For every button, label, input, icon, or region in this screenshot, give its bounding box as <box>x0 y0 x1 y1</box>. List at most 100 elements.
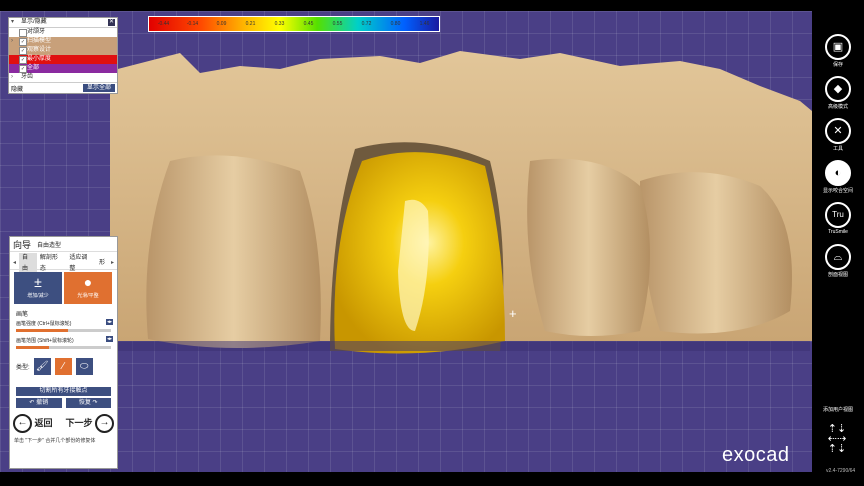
cut-contacts-button[interactable]: 切割所有牙接触点 <box>16 387 111 396</box>
layer-item[interactable]: ✓ 最小厚度 <box>9 55 117 64</box>
tab-shape[interactable]: 形 <box>96 258 108 269</box>
wizard-title: 向导 <box>13 239 32 250</box>
scale-label: -0.14 <box>186 21 199 27</box>
redo-label: 恢复 <box>78 400 91 406</box>
stepper-icon[interactable]: ◂▸ <box>105 319 113 325</box>
arrow-down-icon[interactable]: ⇡⇣ <box>822 444 852 455</box>
layer-group-label: 牙齿 <box>21 74 34 80</box>
wizard-panel: 向导 自由造型 ◂ 自由 解剖形态 适应调整 形 ▸ ± 增加/减少 ● 光滑/… <box>9 236 118 469</box>
scale-label: 0.33 <box>274 21 285 27</box>
tool-label: 增加/减少 <box>27 293 49 299</box>
visibility-footer: 隐藏 显示全部 <box>9 82 117 93</box>
checkbox[interactable]: ✓ <box>19 38 27 46</box>
sidebar-label: 高级模式 <box>827 104 848 110</box>
sidebar-label: 保存 <box>832 62 843 68</box>
tab-left-icon[interactable]: ◂ <box>10 258 19 269</box>
slider-fill <box>16 346 50 349</box>
next-label: 下一步 <box>65 417 93 428</box>
brand-logo: exocad <box>722 444 790 466</box>
brush-range-row: 画笔范围 (Shift+鼠标滚轮) ◂▸ <box>10 336 117 345</box>
tooth-left-1 <box>146 155 321 349</box>
undo-label: 撤销 <box>36 400 49 406</box>
wizard-nav: ← 返回 下一步 → <box>10 408 117 433</box>
show-all-button[interactable]: 显示全部 <box>82 84 115 92</box>
checkbox[interactable] <box>19 29 27 37</box>
tab-right-icon[interactable]: ▸ <box>108 258 117 269</box>
version-label: v2.4-7290/64 <box>826 468 856 474</box>
brush-range-slider[interactable] <box>16 346 111 349</box>
close-panel-icon[interactable]: ✕ <box>108 19 115 26</box>
scale-label: 0.80 <box>390 21 401 27</box>
trusmile-button[interactable]: Tru TruSmile <box>812 202 864 235</box>
next-button[interactable]: 下一步 → <box>65 414 114 433</box>
distance-color-scale: -0.44 -0.14 0.09 0.21 0.33 0.45 0.55 0.7… <box>148 16 440 32</box>
wizard-subtitle: 自由造型 <box>37 242 62 249</box>
layer-label: 观察设计 <box>27 47 52 53</box>
scale-label: -0.44 <box>157 21 170 27</box>
graduation-cap-icon: ◆ <box>825 76 851 102</box>
scale-label: 0.21 <box>245 21 256 27</box>
view-direction-arrows[interactable]: ⇡⇣ ⇠⇢ ⇡⇣ <box>822 424 852 455</box>
tools-button[interactable]: ✕ 工具 <box>812 118 864 152</box>
scale-label: 0.55 <box>332 21 343 27</box>
brush-strength-slider[interactable] <box>16 329 111 332</box>
back-button[interactable]: ← 返回 <box>13 414 53 433</box>
undo-redo-row: ↶ 撤销 恢复 ↷ <box>16 398 111 408</box>
layer-item[interactable]: › ✓ 扫描模型 <box>9 37 117 46</box>
layer-group[interactable]: › 牙齿 <box>9 73 117 82</box>
wizard-hint: 单击 "下一步" 合并几个部份的修复体 <box>14 438 96 444</box>
expand-icon[interactable]: › <box>11 73 13 82</box>
visibility-header[interactable]: ▾ 显示/隐藏 ✕ <box>9 18 117 28</box>
section-view-icon: ⌓ <box>825 244 851 270</box>
3d-viewport[interactable] <box>0 11 812 472</box>
type-label: 类型: <box>16 365 30 371</box>
wizard-header: 向导 自由造型 <box>10 237 117 252</box>
save-button[interactable]: ▣ 保存 <box>812 34 864 68</box>
layer-item[interactable]: ✓ 观察设计 <box>9 46 117 55</box>
layer-label: 对颌牙 <box>27 29 46 35</box>
save-icon: ▣ <box>825 34 851 60</box>
slider-fill <box>16 329 69 332</box>
arrow-left-icon: ← <box>13 414 32 433</box>
occlusion-button[interactable]: ◐ 显示咬合空间 <box>812 160 864 194</box>
drop-icon: ● <box>83 274 93 290</box>
right-sidebar: ▣ 保存 ◆ 高级模式 ✕ 工具 ◐ 显示咬合空间 Tru TruSmile ⌓… <box>812 0 864 486</box>
smooth-tool[interactable]: ● 光滑/平整 <box>64 272 112 304</box>
sidebar-label: TruSmile <box>828 229 848 235</box>
brush-icon[interactable]: 🖌 <box>33 358 51 375</box>
occlusion-icon: ◐ <box>825 160 851 186</box>
stepper-icon[interactable]: ◂▸ <box>105 336 113 342</box>
sidebar-label: 剖面视图 <box>827 272 848 278</box>
scale-label: 1.46 <box>419 21 430 27</box>
section-view-button[interactable]: ⌓ 剖面视图 <box>812 244 864 278</box>
layer-item[interactable]: ✓ 全部 <box>9 64 117 73</box>
add-user-view-button[interactable]: 添加用户视图 <box>812 406 864 413</box>
knife-icon[interactable]: ∕ <box>54 358 72 375</box>
layer-item[interactable]: 对颌牙 <box>9 28 117 37</box>
undo-button[interactable]: ↶ 撤销 <box>16 398 62 408</box>
add-remove-tool[interactable]: ± 增加/减少 <box>14 272 62 304</box>
slider-label: 画笔范围 (Shift+鼠标滚轮) <box>16 338 74 344</box>
slider-label: 画笔强度 (Ctrl+鼠标滚轮) <box>16 321 72 327</box>
brush-strength-row: 画笔强度 (Ctrl+鼠标滚轮) ◂▸ <box>10 319 117 328</box>
hide-button[interactable]: 隐藏 <box>11 84 23 93</box>
checkbox[interactable]: ✓ <box>19 56 27 64</box>
tool-grid: ± 增加/减少 ● 光滑/平整 <box>10 270 117 306</box>
tool-label: 光滑/平整 <box>77 293 99 299</box>
crosshair-cursor-icon: + <box>509 306 517 321</box>
status-bar <box>0 472 812 486</box>
scale-label: 0.09 <box>216 21 227 27</box>
expand-icon[interactable]: › <box>11 37 13 46</box>
trusmile-icon: Tru <box>825 202 851 228</box>
expert-mode-button[interactable]: ◆ 高级模式 <box>812 76 864 110</box>
arrow-right-icon: → <box>95 414 114 433</box>
checkbox[interactable]: ✓ <box>19 65 27 73</box>
brush-type-row: 类型: 🖌 ∕ ⬭ <box>10 350 117 377</box>
checkbox[interactable]: ✓ <box>19 47 27 55</box>
collapse-icon[interactable]: ▾ <box>11 18 14 27</box>
cylinder-icon[interactable]: ⬭ <box>75 358 93 375</box>
back-label: 返回 <box>34 417 53 428</box>
plus-minus-icon: ± <box>34 274 42 290</box>
sidebar-label: 显示咬合空间 <box>822 188 853 194</box>
redo-button[interactable]: 恢复 ↷ <box>65 398 111 408</box>
